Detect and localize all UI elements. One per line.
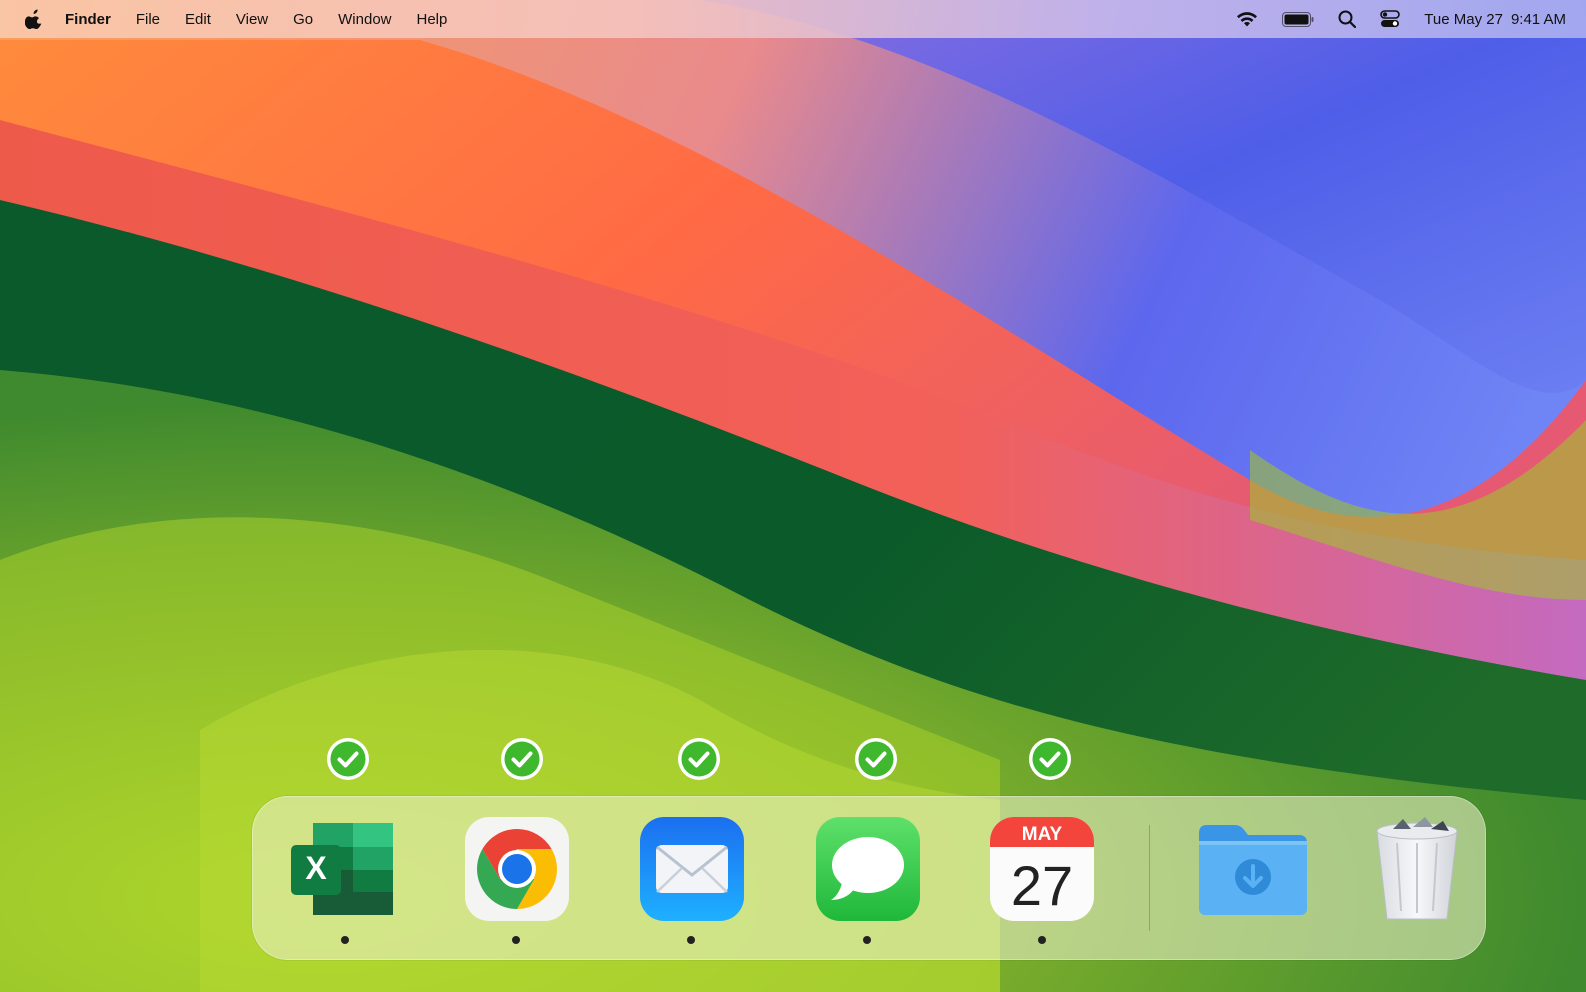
dock-app-messages[interactable] xyxy=(814,815,922,923)
check-icon xyxy=(1029,738,1071,780)
dock-app-chrome[interactable] xyxy=(463,815,571,923)
chrome-icon xyxy=(465,817,569,921)
check-icon xyxy=(855,738,897,780)
menu-go[interactable]: Go xyxy=(293,11,313,28)
dock-downloads-folder[interactable] xyxy=(1195,815,1311,923)
dock-app-excel[interactable]: X xyxy=(291,815,399,923)
excel-letter: X xyxy=(305,850,327,886)
menu-edit[interactable]: Edit xyxy=(185,11,211,28)
dock-app-mail[interactable] xyxy=(638,815,746,923)
messages-icon xyxy=(816,817,920,921)
calendar-month: MAY xyxy=(1022,824,1063,845)
dock: X MAY 27 xyxy=(252,796,1486,960)
clock-time: 9:41 AM xyxy=(1510,10,1566,28)
check-icon xyxy=(678,738,720,780)
running-indicator xyxy=(512,936,520,944)
battery-icon[interactable] xyxy=(1282,11,1314,27)
check-icon xyxy=(501,738,543,780)
excel-icon: X xyxy=(291,823,393,915)
dock-app-calendar[interactable]: MAY 27 xyxy=(988,815,1096,923)
check-icon xyxy=(327,738,369,780)
trash-icon xyxy=(1376,817,1458,920)
running-indicator xyxy=(341,936,349,944)
clock-date: Tue May 27 xyxy=(1424,10,1503,28)
dock-separator xyxy=(1149,825,1150,931)
downloads-folder-icon xyxy=(1199,825,1307,915)
menu-clock[interactable]: Tue May 27 9:41 AM xyxy=(1424,11,1566,28)
menu-window[interactable]: Window xyxy=(338,11,391,28)
apple-menu-icon[interactable] xyxy=(25,9,43,29)
running-indicator xyxy=(687,936,695,944)
wifi-icon[interactable] xyxy=(1236,11,1258,27)
control-center-icon[interactable] xyxy=(1380,10,1401,28)
mail-icon xyxy=(640,817,744,921)
menu-help[interactable]: Help xyxy=(417,11,448,28)
calendar-icon: MAY 27 xyxy=(990,817,1094,921)
menu-view[interactable]: View xyxy=(236,11,268,28)
running-indicator xyxy=(1038,936,1046,944)
menu-app-name[interactable]: Finder xyxy=(65,11,111,28)
calendar-day: 27 xyxy=(1011,854,1073,917)
spotlight-search-icon[interactable] xyxy=(1338,10,1357,28)
menu-file[interactable]: File xyxy=(136,11,160,28)
menu-bar: Finder File Edit View Go Window Help Tue… xyxy=(0,0,1586,38)
dock-trash[interactable] xyxy=(1363,815,1471,923)
running-indicator xyxy=(863,936,871,944)
